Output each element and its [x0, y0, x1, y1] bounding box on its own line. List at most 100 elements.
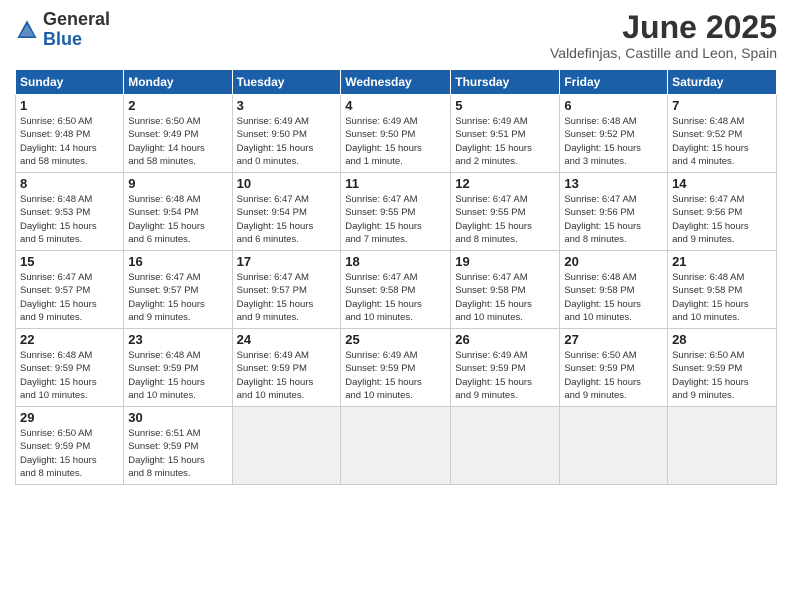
table-row: 19 Sunrise: 6:47 AM Sunset: 9:58 PM Dayl…	[451, 251, 560, 329]
col-wednesday: Wednesday	[341, 70, 451, 95]
month-title: June 2025	[550, 10, 777, 45]
calendar-week-row: 1 Sunrise: 6:50 AM Sunset: 9:48 PM Dayli…	[16, 95, 777, 173]
day-number: 22	[20, 332, 119, 347]
col-sunday: Sunday	[16, 70, 124, 95]
day-number: 26	[455, 332, 555, 347]
day-number: 19	[455, 254, 555, 269]
logo-blue: Blue	[43, 29, 82, 49]
table-row	[668, 407, 777, 485]
day-number: 28	[672, 332, 772, 347]
table-row: 15 Sunrise: 6:47 AM Sunset: 9:57 PM Dayl…	[16, 251, 124, 329]
table-row: 26 Sunrise: 6:49 AM Sunset: 9:59 PM Dayl…	[451, 329, 560, 407]
table-row: 7 Sunrise: 6:48 AM Sunset: 9:52 PM Dayli…	[668, 95, 777, 173]
table-row: 9 Sunrise: 6:48 AM Sunset: 9:54 PM Dayli…	[124, 173, 232, 251]
day-info: Sunrise: 6:48 AM Sunset: 9:59 PM Dayligh…	[128, 349, 227, 402]
table-row: 8 Sunrise: 6:48 AM Sunset: 9:53 PM Dayli…	[16, 173, 124, 251]
table-row: 4 Sunrise: 6:49 AM Sunset: 9:50 PM Dayli…	[341, 95, 451, 173]
day-number: 17	[237, 254, 337, 269]
table-row: 6 Sunrise: 6:48 AM Sunset: 9:52 PM Dayli…	[560, 95, 668, 173]
day-info: Sunrise: 6:47 AM Sunset: 9:54 PM Dayligh…	[237, 193, 337, 246]
day-number: 11	[345, 176, 446, 191]
day-number: 4	[345, 98, 446, 113]
day-info: Sunrise: 6:49 AM Sunset: 9:50 PM Dayligh…	[237, 115, 337, 168]
table-row: 14 Sunrise: 6:47 AM Sunset: 9:56 PM Dayl…	[668, 173, 777, 251]
day-info: Sunrise: 6:47 AM Sunset: 9:57 PM Dayligh…	[20, 271, 119, 324]
day-number: 2	[128, 98, 227, 113]
day-number: 12	[455, 176, 555, 191]
day-info: Sunrise: 6:47 AM Sunset: 9:55 PM Dayligh…	[345, 193, 446, 246]
day-info: Sunrise: 6:49 AM Sunset: 9:59 PM Dayligh…	[237, 349, 337, 402]
table-row: 22 Sunrise: 6:48 AM Sunset: 9:59 PM Dayl…	[16, 329, 124, 407]
day-info: Sunrise: 6:50 AM Sunset: 9:48 PM Dayligh…	[20, 115, 119, 168]
table-row: 3 Sunrise: 6:49 AM Sunset: 9:50 PM Dayli…	[232, 95, 341, 173]
day-info: Sunrise: 6:50 AM Sunset: 9:59 PM Dayligh…	[564, 349, 663, 402]
day-info: Sunrise: 6:49 AM Sunset: 9:59 PM Dayligh…	[345, 349, 446, 402]
title-block: June 2025 Valdefinjas, Castille and Leon…	[550, 10, 777, 61]
table-row	[341, 407, 451, 485]
day-info: Sunrise: 6:50 AM Sunset: 9:49 PM Dayligh…	[128, 115, 227, 168]
table-row: 28 Sunrise: 6:50 AM Sunset: 9:59 PM Dayl…	[668, 329, 777, 407]
logo-icon	[15, 18, 39, 42]
day-number: 10	[237, 176, 337, 191]
table-row: 29 Sunrise: 6:50 AM Sunset: 9:59 PM Dayl…	[16, 407, 124, 485]
table-row: 20 Sunrise: 6:48 AM Sunset: 9:58 PM Dayl…	[560, 251, 668, 329]
table-row: 1 Sunrise: 6:50 AM Sunset: 9:48 PM Dayli…	[16, 95, 124, 173]
day-info: Sunrise: 6:48 AM Sunset: 9:52 PM Dayligh…	[672, 115, 772, 168]
day-info: Sunrise: 6:49 AM Sunset: 9:51 PM Dayligh…	[455, 115, 555, 168]
day-number: 8	[20, 176, 119, 191]
day-number: 3	[237, 98, 337, 113]
day-info: Sunrise: 6:48 AM Sunset: 9:52 PM Dayligh…	[564, 115, 663, 168]
table-row: 13 Sunrise: 6:47 AM Sunset: 9:56 PM Dayl…	[560, 173, 668, 251]
day-info: Sunrise: 6:48 AM Sunset: 9:58 PM Dayligh…	[564, 271, 663, 324]
table-row: 2 Sunrise: 6:50 AM Sunset: 9:49 PM Dayli…	[124, 95, 232, 173]
day-number: 1	[20, 98, 119, 113]
day-number: 25	[345, 332, 446, 347]
day-info: Sunrise: 6:47 AM Sunset: 9:58 PM Dayligh…	[345, 271, 446, 324]
day-info: Sunrise: 6:49 AM Sunset: 9:59 PM Dayligh…	[455, 349, 555, 402]
day-number: 13	[564, 176, 663, 191]
table-row: 24 Sunrise: 6:49 AM Sunset: 9:59 PM Dayl…	[232, 329, 341, 407]
day-number: 15	[20, 254, 119, 269]
table-row	[232, 407, 341, 485]
logo-text: General Blue	[43, 10, 110, 50]
day-number: 23	[128, 332, 227, 347]
table-row: 12 Sunrise: 6:47 AM Sunset: 9:55 PM Dayl…	[451, 173, 560, 251]
table-row: 27 Sunrise: 6:50 AM Sunset: 9:59 PM Dayl…	[560, 329, 668, 407]
day-info: Sunrise: 6:50 AM Sunset: 9:59 PM Dayligh…	[672, 349, 772, 402]
day-info: Sunrise: 6:48 AM Sunset: 9:59 PM Dayligh…	[20, 349, 119, 402]
day-info: Sunrise: 6:47 AM Sunset: 9:58 PM Dayligh…	[455, 271, 555, 324]
table-row	[560, 407, 668, 485]
calendar-table: Sunday Monday Tuesday Wednesday Thursday…	[15, 69, 777, 485]
day-number: 27	[564, 332, 663, 347]
day-number: 29	[20, 410, 119, 425]
calendar-header-row: Sunday Monday Tuesday Wednesday Thursday…	[16, 70, 777, 95]
col-thursday: Thursday	[451, 70, 560, 95]
day-info: Sunrise: 6:47 AM Sunset: 9:57 PM Dayligh…	[237, 271, 337, 324]
col-monday: Monday	[124, 70, 232, 95]
col-tuesday: Tuesday	[232, 70, 341, 95]
page: General Blue June 2025 Valdefinjas, Cast…	[0, 0, 792, 612]
day-number: 24	[237, 332, 337, 347]
day-number: 5	[455, 98, 555, 113]
day-number: 6	[564, 98, 663, 113]
location: Valdefinjas, Castille and Leon, Spain	[550, 45, 777, 61]
day-number: 21	[672, 254, 772, 269]
table-row: 11 Sunrise: 6:47 AM Sunset: 9:55 PM Dayl…	[341, 173, 451, 251]
table-row	[451, 407, 560, 485]
header: General Blue June 2025 Valdefinjas, Cast…	[15, 10, 777, 61]
day-number: 14	[672, 176, 772, 191]
calendar-week-row: 29 Sunrise: 6:50 AM Sunset: 9:59 PM Dayl…	[16, 407, 777, 485]
day-info: Sunrise: 6:47 AM Sunset: 9:57 PM Dayligh…	[128, 271, 227, 324]
calendar-week-row: 15 Sunrise: 6:47 AM Sunset: 9:57 PM Dayl…	[16, 251, 777, 329]
calendar-week-row: 22 Sunrise: 6:48 AM Sunset: 9:59 PM Dayl…	[16, 329, 777, 407]
day-info: Sunrise: 6:48 AM Sunset: 9:58 PM Dayligh…	[672, 271, 772, 324]
table-row: 16 Sunrise: 6:47 AM Sunset: 9:57 PM Dayl…	[124, 251, 232, 329]
day-number: 9	[128, 176, 227, 191]
logo: General Blue	[15, 10, 110, 50]
day-number: 30	[128, 410, 227, 425]
day-number: 18	[345, 254, 446, 269]
table-row: 23 Sunrise: 6:48 AM Sunset: 9:59 PM Dayl…	[124, 329, 232, 407]
day-info: Sunrise: 6:48 AM Sunset: 9:54 PM Dayligh…	[128, 193, 227, 246]
day-number: 20	[564, 254, 663, 269]
table-row: 18 Sunrise: 6:47 AM Sunset: 9:58 PM Dayl…	[341, 251, 451, 329]
